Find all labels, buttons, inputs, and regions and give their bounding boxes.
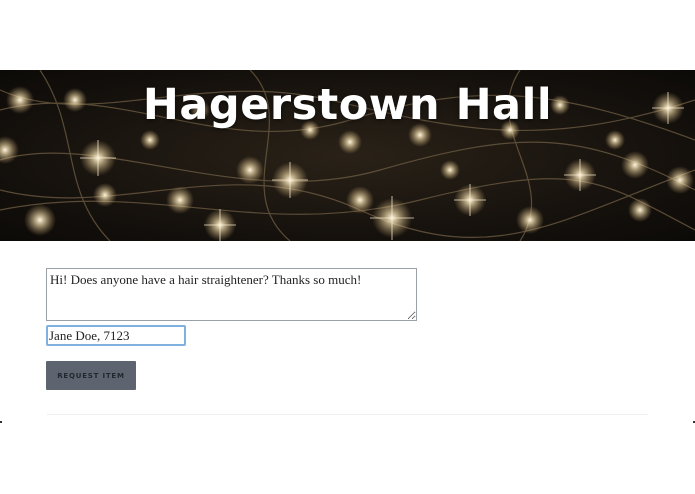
name-input[interactable]	[46, 325, 186, 346]
request-item-button[interactable]: REQUEST ITEM	[46, 361, 136, 390]
message-textarea[interactable]: Hi! Does anyone have a hair straightener…	[46, 268, 417, 321]
left-edge-marker	[0, 421, 2, 423]
request-form: Hi! Does anyone have a hair straightener…	[46, 268, 417, 390]
page-title: Hagerstown Hall	[142, 80, 553, 130]
divider	[47, 414, 648, 415]
hero-banner: Hagerstown Hall	[0, 70, 695, 241]
